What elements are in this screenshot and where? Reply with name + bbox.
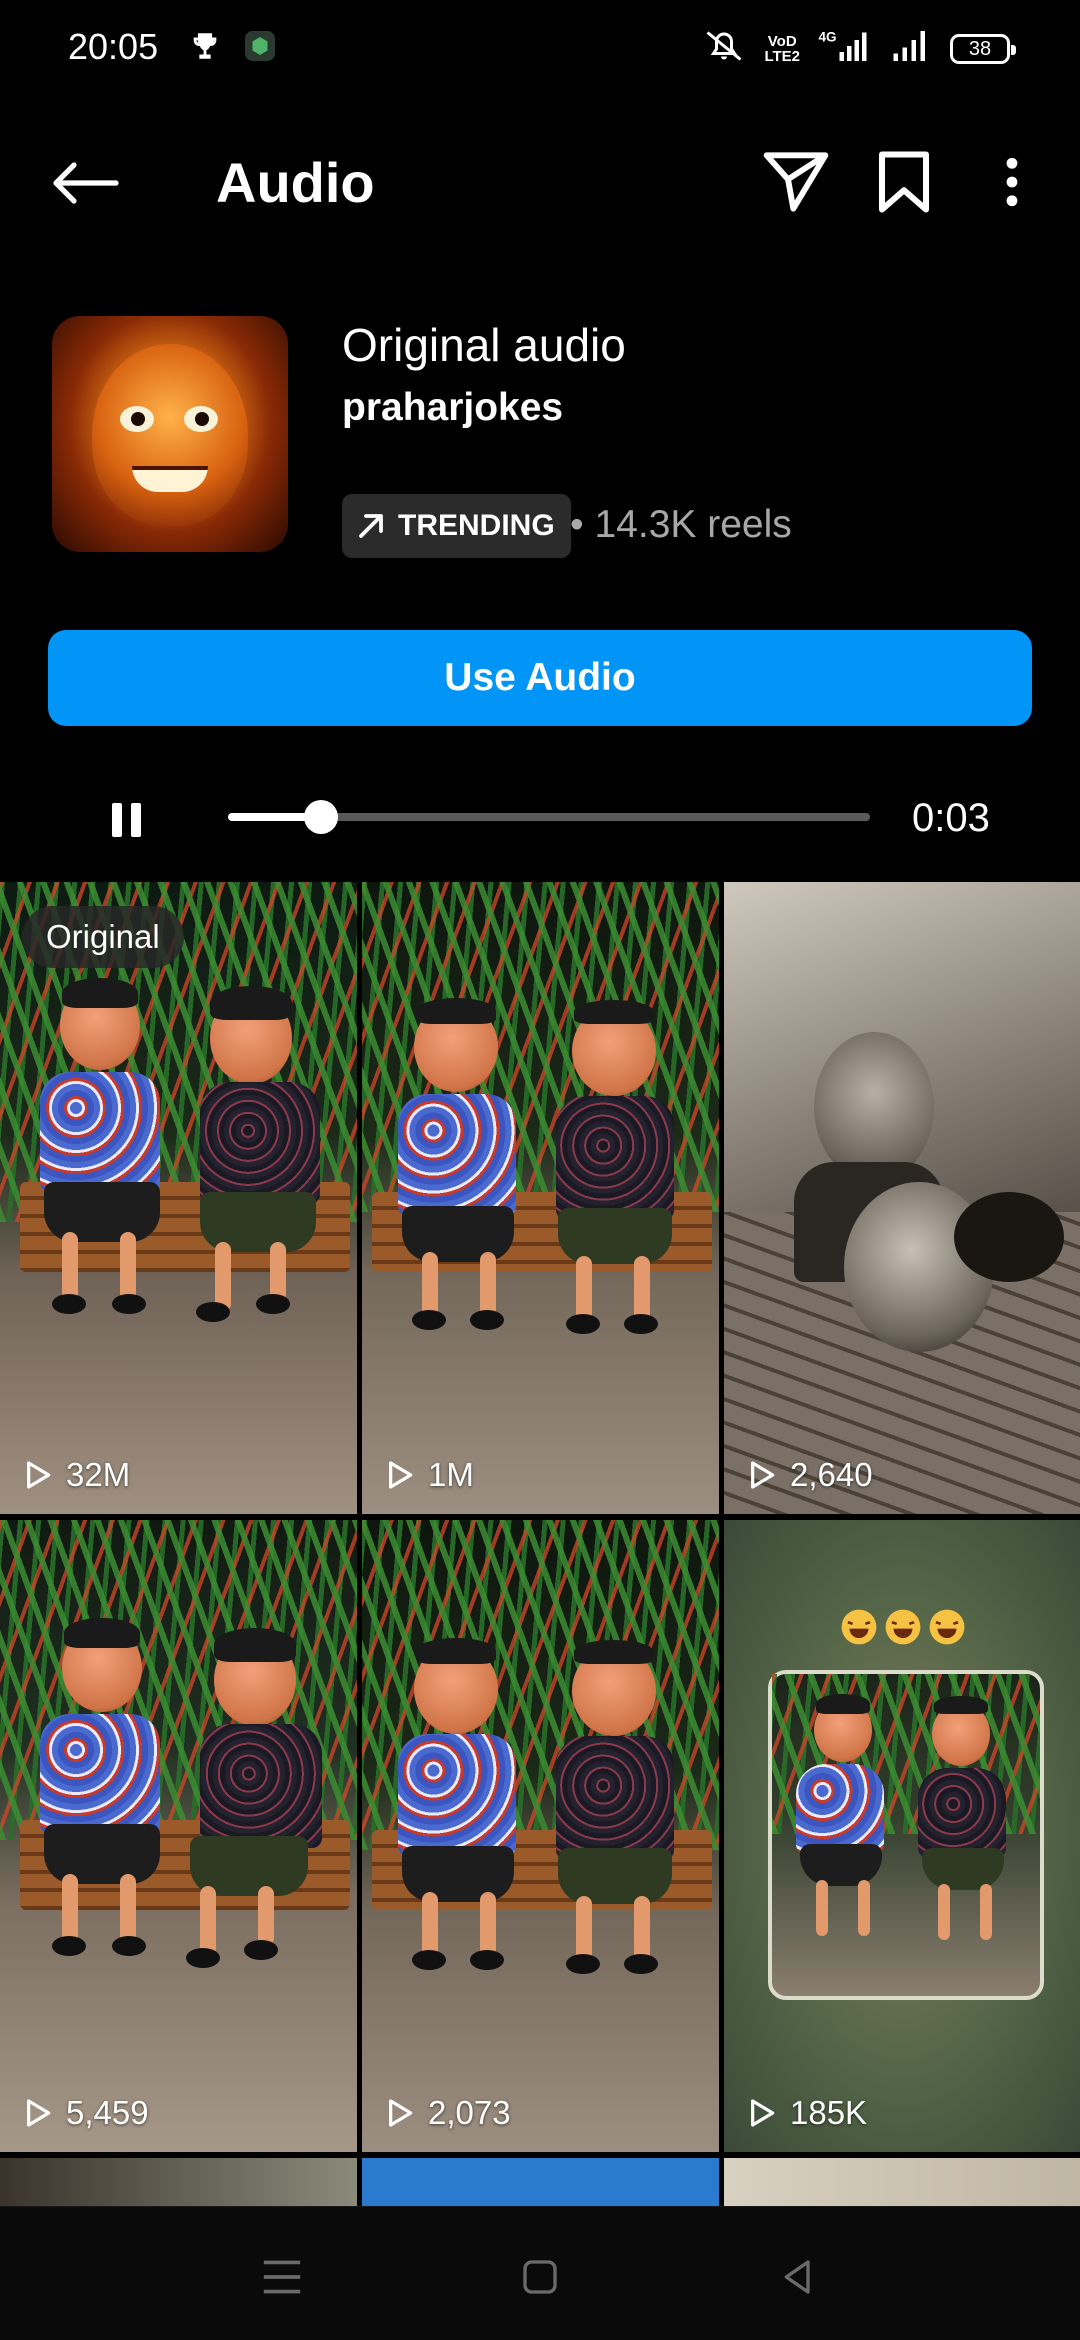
app-notification-icon [242, 28, 278, 69]
header: Audio [0, 120, 1080, 240]
reel-thumbnail [362, 1520, 719, 2152]
reels-grid: Original 32M 1M 2,640 5,459 2,073 185K [0, 882, 1080, 2206]
cover-eye-right [184, 406, 218, 432]
play-count-value: 185K [790, 2094, 868, 2131]
trending-arrow-icon [359, 514, 383, 538]
laughing-emoji-icons [840, 1608, 966, 1646]
reel-thumbnail [362, 882, 719, 1514]
play-icon [751, 2099, 775, 2127]
paper-plane-icon [763, 152, 829, 212]
reel-thumbnail [724, 882, 1080, 1514]
play-count: 185K [746, 2094, 867, 2132]
play-count: 1M [384, 1456, 474, 1494]
reel-tile[interactable]: 185K [724, 1520, 1080, 2152]
audio-title: Original audio [342, 319, 626, 371]
signal-strength-icon [888, 28, 932, 69]
play-count-value: 1M [428, 1456, 474, 1493]
status-bar: 20:05 VoD LTE2 4G 38 [0, 0, 1080, 96]
reel-tile[interactable]: 1M [362, 882, 719, 1514]
back-button[interactable] [44, 148, 124, 218]
audio-cover-image[interactable] [52, 316, 288, 552]
volte-label-top: VoD [767, 32, 797, 50]
pause-icon-bar-right [130, 803, 141, 837]
mute-notification-icon [702, 28, 746, 69]
cover-face [92, 344, 248, 526]
play-count: 2,073 [384, 2094, 511, 2132]
trophy-icon [188, 29, 222, 68]
reel-thumbnail [0, 1520, 357, 2152]
trending-badge[interactable]: TRENDING [342, 494, 571, 558]
play-count-value: 32M [66, 1456, 131, 1493]
play-count-value: 5,459 [66, 2094, 149, 2131]
trending-label: TRENDING [398, 509, 555, 542]
play-count: 5,459 [22, 2094, 149, 2132]
save-button[interactable] [866, 144, 942, 220]
svg-text:4G: 4G [819, 30, 837, 45]
play-count-value: 2,640 [790, 1456, 873, 1493]
system-navigation-bar [0, 2206, 1080, 2340]
original-label: Original [22, 906, 184, 968]
audio-progress-thumb[interactable] [304, 800, 339, 834]
share-button[interactable] [758, 144, 834, 220]
reels-count: • 14.3K reels [570, 503, 792, 546]
audio-progress-track[interactable] [228, 800, 870, 834]
play-count: 2,640 [746, 1456, 873, 1494]
recent-apps-button[interactable] [242, 2237, 322, 2317]
reel-tile[interactable]: 5,459 [0, 1520, 357, 2152]
triangle-back-icon [784, 2260, 810, 2294]
cover-mouth [132, 466, 208, 492]
system-back-button[interactable] [758, 2237, 838, 2317]
reel-tile[interactable]: 2,640 [724, 882, 1080, 1514]
more-options-button[interactable] [974, 144, 1050, 220]
reel-thumbnail [0, 882, 357, 1514]
play-icon [27, 2099, 51, 2127]
status-left-icons [188, 28, 278, 69]
play-icon [27, 1461, 51, 1489]
status-right-icons: VoD LTE2 4G 38 [702, 28, 1016, 69]
audio-artist-link[interactable]: praharjokes [342, 386, 563, 430]
reel-thumbnail [724, 1520, 1080, 2152]
play-count-value: 2,073 [428, 2094, 511, 2131]
page-title: Audio [216, 151, 375, 214]
arrow-left-icon [53, 162, 119, 204]
reel-tile[interactable] [362, 2158, 719, 2206]
reel-tile[interactable]: Original 32M [0, 882, 357, 1514]
reel-tile[interactable]: 2,073 [362, 1520, 719, 2152]
elapsed-time: 0:03 [912, 796, 990, 840]
volte-label-bottom: LTE2 [764, 47, 800, 65]
pause-icon-bar-left [111, 803, 122, 837]
volte-label: VoD LTE2 [764, 34, 800, 64]
cover-eye-left [120, 406, 154, 432]
home-button[interactable] [500, 2237, 580, 2317]
use-audio-button[interactable]: Use Audio [48, 630, 1032, 726]
play-icon [389, 2099, 413, 2127]
more-vertical-icon [1006, 157, 1018, 207]
bookmark-icon [878, 151, 930, 213]
signal-4g-icon: 4G [818, 28, 870, 69]
reel-tile[interactable] [0, 2158, 357, 2206]
pause-button[interactable] [96, 790, 156, 850]
battery-icon: 38 [950, 33, 1016, 64]
play-icon [389, 1461, 413, 1489]
play-count: 32M [22, 1456, 130, 1494]
square-home-icon [523, 2260, 557, 2294]
reel-tile[interactable] [724, 2158, 1080, 2206]
play-icon [751, 1461, 775, 1489]
header-actions [758, 144, 1050, 220]
status-time: 20:05 [68, 26, 159, 67]
menu-lines-icon [263, 2260, 301, 2294]
